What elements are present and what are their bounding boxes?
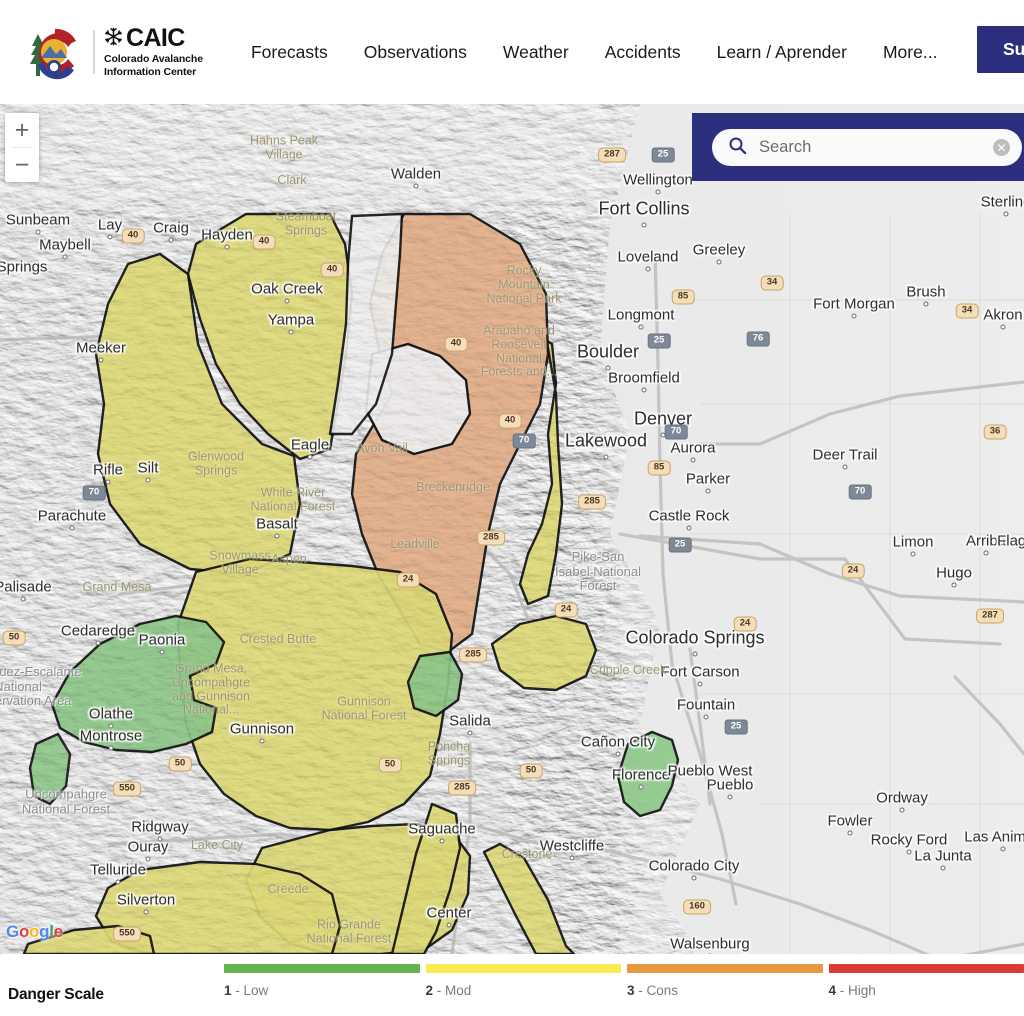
google-letter-o2: o <box>29 922 40 941</box>
google-attribution: Google <box>6 922 63 942</box>
legend-level-label: 1 - Low <box>224 983 269 998</box>
zoom-in-button[interactable]: + <box>5 113 39 147</box>
legend-level-3[interactable]: 3 - Cons <box>627 964 823 998</box>
main-navigation: Forecasts Observations Weather Accidents… <box>251 42 955 63</box>
map-canvas <box>0 104 1024 954</box>
logo-org-line2: Information Center <box>104 65 197 78</box>
google-letter-e: e <box>53 922 63 941</box>
legend-items: 1 - Low 2 - Mod 3 - Cons 4 - High <box>224 964 1024 998</box>
google-letter-g1: G <box>6 922 19 941</box>
legend-color-bar <box>627 964 823 973</box>
legend-color-bar <box>828 964 1024 973</box>
nav-item-more[interactable]: More... <box>865 42 955 63</box>
legend-level-2[interactable]: 2 - Mod <box>425 964 621 998</box>
legend-level-label: 2 - Mod <box>425 983 472 998</box>
map-zoom-controls[interactable]: + − <box>5 113 39 182</box>
legend-level-1[interactable]: 1 - Low <box>224 964 420 998</box>
search-icon <box>728 136 747 160</box>
logo-org-line1: Colorado Avalanche <box>104 53 203 66</box>
site-header: CAIC Colorado Avalanche Information Cent… <box>0 0 1024 104</box>
legend-color-bar <box>425 964 621 973</box>
logo-wordmark: CAIC Colorado Avalanche Information Cent… <box>104 24 203 78</box>
subscribe-button[interactable]: Sub <box>976 26 1024 73</box>
caic-logo[interactable]: CAIC Colorado Avalanche Information Cent… <box>22 24 203 80</box>
google-letter-o1: o <box>18 922 30 941</box>
nav-item-observations[interactable]: Observations <box>346 42 485 63</box>
nav-item-accidents[interactable]: Accidents <box>587 42 699 63</box>
nav-item-weather[interactable]: Weather <box>485 42 587 63</box>
search-input[interactable] <box>759 138 993 157</box>
google-letter-g2: g <box>39 922 50 941</box>
danger-scale-legend: Danger Scale 1 - Low 2 - Mod 3 - Cons 4 - H… <box>0 954 1024 1016</box>
legend-color-bar <box>224 964 420 973</box>
legend-level-4[interactable]: 4 - High <box>828 964 1024 998</box>
zoom-out-button[interactable]: − <box>5 148 39 182</box>
clear-search-icon[interactable]: ✕ <box>993 139 1010 156</box>
nav-item-learn[interactable]: Learn / Aprender <box>699 42 865 63</box>
legend-title: Danger Scale <box>8 986 104 1003</box>
snowflake-icon <box>104 26 123 51</box>
nav-item-forecasts[interactable]: Forecasts <box>251 42 346 63</box>
avalanche-forecast-map[interactable]: Sunbeam Maybell Lay Craig Hayden Meeker Oak Cr… <box>0 104 1024 954</box>
legend-level-label: 3 - Cons <box>627 983 679 998</box>
search-box[interactable]: ✕ <box>712 129 1022 166</box>
logo-acronym: CAIC <box>126 24 185 53</box>
caic-logo-mark <box>30 28 76 80</box>
logo-divider <box>93 30 95 74</box>
legend-level-label: 4 - High <box>828 983 876 998</box>
map-search-panel: ✕ <box>692 113 1024 181</box>
